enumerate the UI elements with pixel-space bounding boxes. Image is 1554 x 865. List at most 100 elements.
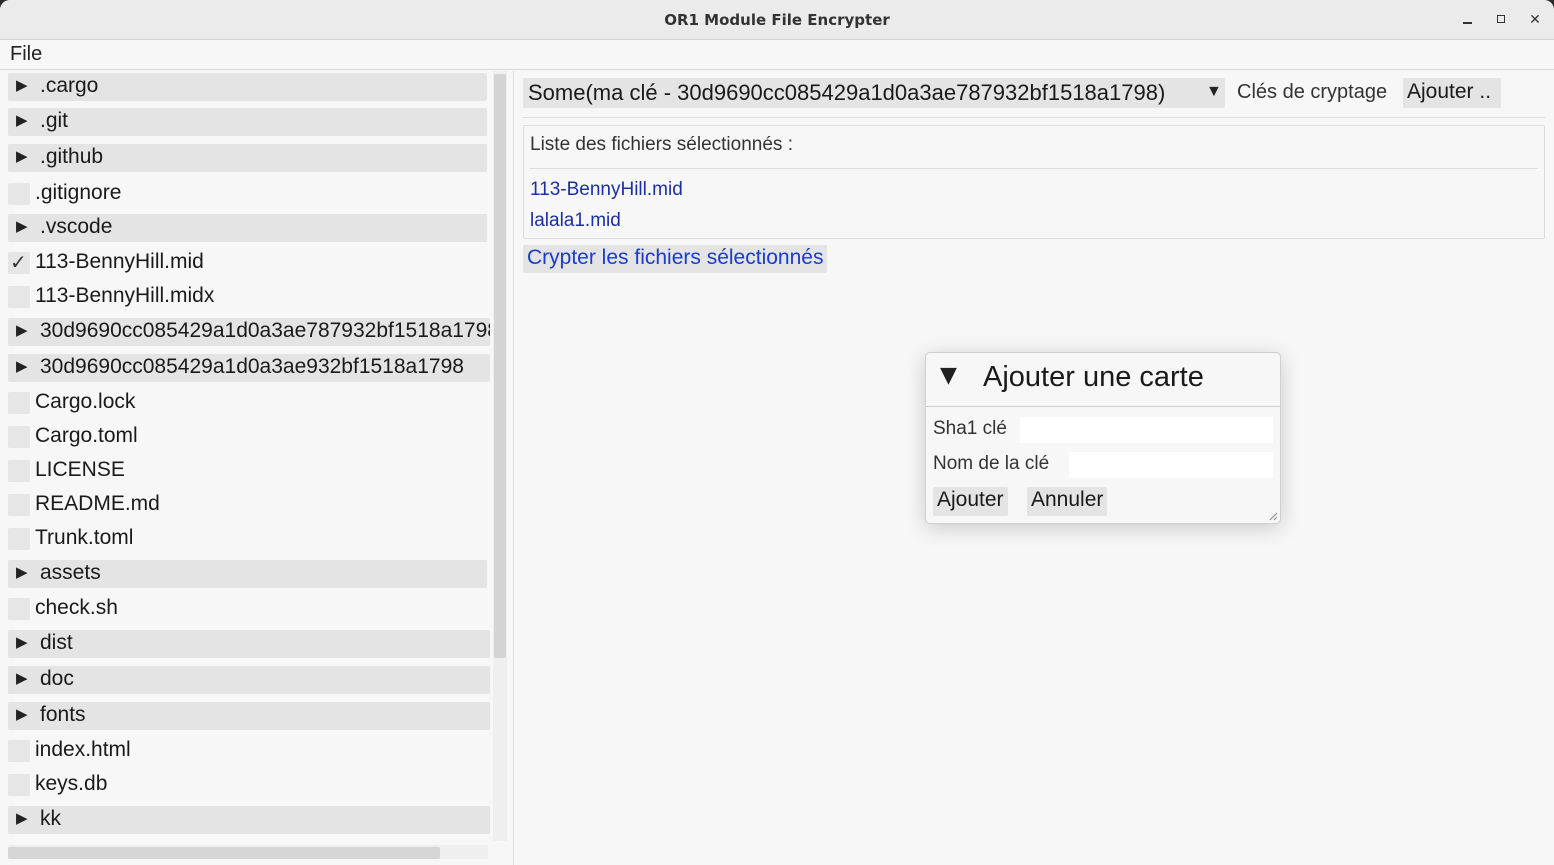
tree-file[interactable]: Cargo.lock — [8, 389, 487, 417]
tree-folder[interactable]: ▶ kk — [8, 806, 490, 834]
tree-folder[interactable]: ▶ fonts — [8, 702, 490, 730]
tree-file[interactable]: ✓ 113-BennyHill.mid — [8, 249, 487, 277]
tree-file-label: Trunk.toml — [35, 526, 134, 549]
file-checkbox[interactable] — [8, 598, 30, 620]
dialog-title: Ajouter une carte — [983, 361, 1204, 393]
expand-arrow-icon[interactable]: ▶ — [16, 705, 28, 723]
tree-file-label: README.md — [35, 492, 160, 515]
tree-file[interactable]: LICENSE — [8, 457, 487, 485]
expand-arrow-icon[interactable]: ▶ — [16, 217, 28, 235]
menu-bar: File — [0, 40, 1554, 70]
selected-file-item: 113-BennyHill.mid — [530, 179, 683, 200]
sha1-key-label: Sha1 clé — [933, 418, 1007, 439]
vertical-scrollbar-thumb[interactable] — [494, 74, 506, 658]
encryption-key-select[interactable]: Some(ma clé - 30d9690cc085429a1d0a3ae787… — [523, 78, 1225, 108]
checkmark-icon: ✓ — [10, 252, 27, 274]
expand-arrow-icon[interactable]: ▶ — [16, 563, 28, 581]
encryption-keys-label: Clés de cryptage — [1237, 81, 1388, 103]
tree-folder-label: .vscode — [40, 215, 113, 238]
resize-grip-icon[interactable] — [1268, 511, 1278, 521]
tree-file-label: index.html — [35, 738, 131, 761]
tree-folder[interactable]: ▶ .github — [8, 144, 487, 172]
file-checkbox[interactable] — [8, 528, 30, 550]
file-checkbox[interactable] — [8, 460, 30, 482]
file-checkbox[interactable]: ✓ — [8, 252, 30, 274]
tree-file-label: .gitignore — [35, 181, 122, 204]
key-name-input[interactable] — [1069, 452, 1273, 478]
minimize-icon — [1463, 22, 1472, 24]
divider — [523, 117, 1545, 118]
file-checkbox[interactable] — [8, 392, 30, 414]
app-window: OR1 Module File Encrypter ✕ File ▶ .cargo… — [0, 0, 1554, 865]
add-card-dialog: ▼ Ajouter une carte Sha1 clé Nom de la c… — [925, 352, 1281, 524]
tree-folder-label: 30d9690cc085429a1d0a3ae787932bf1518a1798 — [40, 319, 490, 342]
tree-folder-label: assets — [40, 561, 101, 584]
key-name-label: Nom de la clé — [933, 453, 1050, 474]
tree-folder-label: .cargo — [40, 74, 99, 97]
file-checkbox[interactable] — [8, 286, 30, 308]
file-checkbox[interactable] — [8, 740, 30, 762]
title-bar: OR1 Module File Encrypter ✕ — [0, 0, 1554, 40]
tree-file-label: check.sh — [35, 596, 118, 619]
tree-file-label: 113-BennyHill.midx — [35, 284, 215, 307]
file-checkbox[interactable] — [8, 774, 30, 796]
expand-arrow-icon[interactable]: ▶ — [16, 669, 28, 687]
tree-file[interactable]: keys.db — [8, 771, 487, 799]
tree-file[interactable]: Cargo.toml — [8, 423, 487, 451]
tree-file[interactable]: check.sh — [8, 595, 487, 623]
divider — [530, 168, 1538, 169]
tree-folder[interactable]: ▶ 30d9690cc085429a1d0a3ae787932bf1518a179… — [8, 318, 490, 346]
expand-arrow-icon[interactable]: ▶ — [16, 633, 28, 651]
minimize-button[interactable] — [1455, 8, 1481, 32]
file-checkbox[interactable] — [8, 426, 30, 448]
tree-folder-label: fonts — [40, 703, 86, 726]
add-key-button[interactable]: Ajouter .. — [1403, 78, 1501, 108]
maximize-button[interactable] — [1488, 8, 1514, 32]
expand-arrow-icon[interactable]: ▶ — [16, 111, 28, 129]
tree-folder[interactable]: ▶ dist — [8, 630, 490, 658]
tree-folder-label: kk — [40, 807, 61, 830]
tree-file-label: 113-BennyHill.mid — [35, 250, 204, 273]
dialog-add-button[interactable]: Ajouter — [933, 487, 1008, 516]
expand-arrow-icon[interactable]: ▶ — [16, 147, 28, 165]
expand-arrow-icon[interactable]: ▶ — [16, 321, 28, 339]
tree-file-label: LICENSE — [35, 458, 125, 481]
expand-arrow-icon[interactable]: ▶ — [16, 809, 28, 827]
maximize-icon — [1497, 15, 1505, 23]
dialog-cancel-button[interactable]: Annuler — [1027, 487, 1108, 516]
tree-folder[interactable]: ▶ .cargo — [8, 73, 487, 101]
tree-folder-label: .github — [40, 145, 104, 168]
horizontal-scrollbar-thumb[interactable] — [8, 847, 440, 859]
divider — [926, 406, 1280, 407]
tree-folder-label: dist — [40, 631, 73, 654]
tree-file-label: keys.db — [35, 772, 108, 795]
tree-folder-label: doc — [40, 667, 74, 690]
expand-arrow-icon[interactable]: ▶ — [16, 76, 28, 94]
tree-folder[interactable]: ▶ .git — [8, 108, 487, 136]
tree-folder[interactable]: ▶ 30d9690cc085429a1d0a3ae932bf1518a1798 — [8, 354, 490, 382]
key-select-value: Some(ma clé - 30d9690cc085429a1d0a3ae787… — [528, 80, 1166, 105]
file-checkbox[interactable] — [8, 494, 30, 516]
tree-file-label: Cargo.toml — [35, 424, 138, 447]
tree-file[interactable]: .gitignore — [8, 180, 487, 208]
close-icon: ✕ — [1529, 12, 1541, 28]
tree-file[interactable]: 113-BennyHill.midx — [8, 283, 487, 311]
tree-folder-label: 30d9690cc085429a1d0a3ae932bf1518a1798 — [40, 355, 464, 378]
sha1-key-input[interactable] — [1020, 417, 1273, 443]
collapse-triangle-icon[interactable]: ▼ — [940, 363, 957, 388]
selected-file-item: lalala1.mid — [530, 210, 621, 231]
tree-folder[interactable]: ▶ doc — [8, 666, 490, 694]
tree-file[interactable]: Trunk.toml — [8, 525, 487, 553]
window-title: OR1 Module File Encrypter — [664, 11, 890, 29]
tree-file[interactable]: index.html — [8, 737, 487, 765]
expand-arrow-icon[interactable]: ▶ — [16, 357, 28, 375]
encrypt-files-button[interactable]: Crypter les fichiers sélectionnés — [523, 245, 828, 273]
close-button[interactable]: ✕ — [1522, 8, 1548, 32]
file-checkbox[interactable] — [8, 183, 30, 205]
tree-folder[interactable]: ▶ .vscode — [8, 214, 487, 242]
menu-file[interactable]: File — [10, 43, 42, 66]
selected-files-box: Liste des fichiers sélectionnés : 113-Be… — [523, 125, 1545, 239]
selected-files-header: Liste des fichiers sélectionnés : — [530, 134, 793, 155]
tree-folder[interactable]: ▶ assets — [8, 560, 487, 588]
tree-file[interactable]: README.md — [8, 491, 487, 519]
